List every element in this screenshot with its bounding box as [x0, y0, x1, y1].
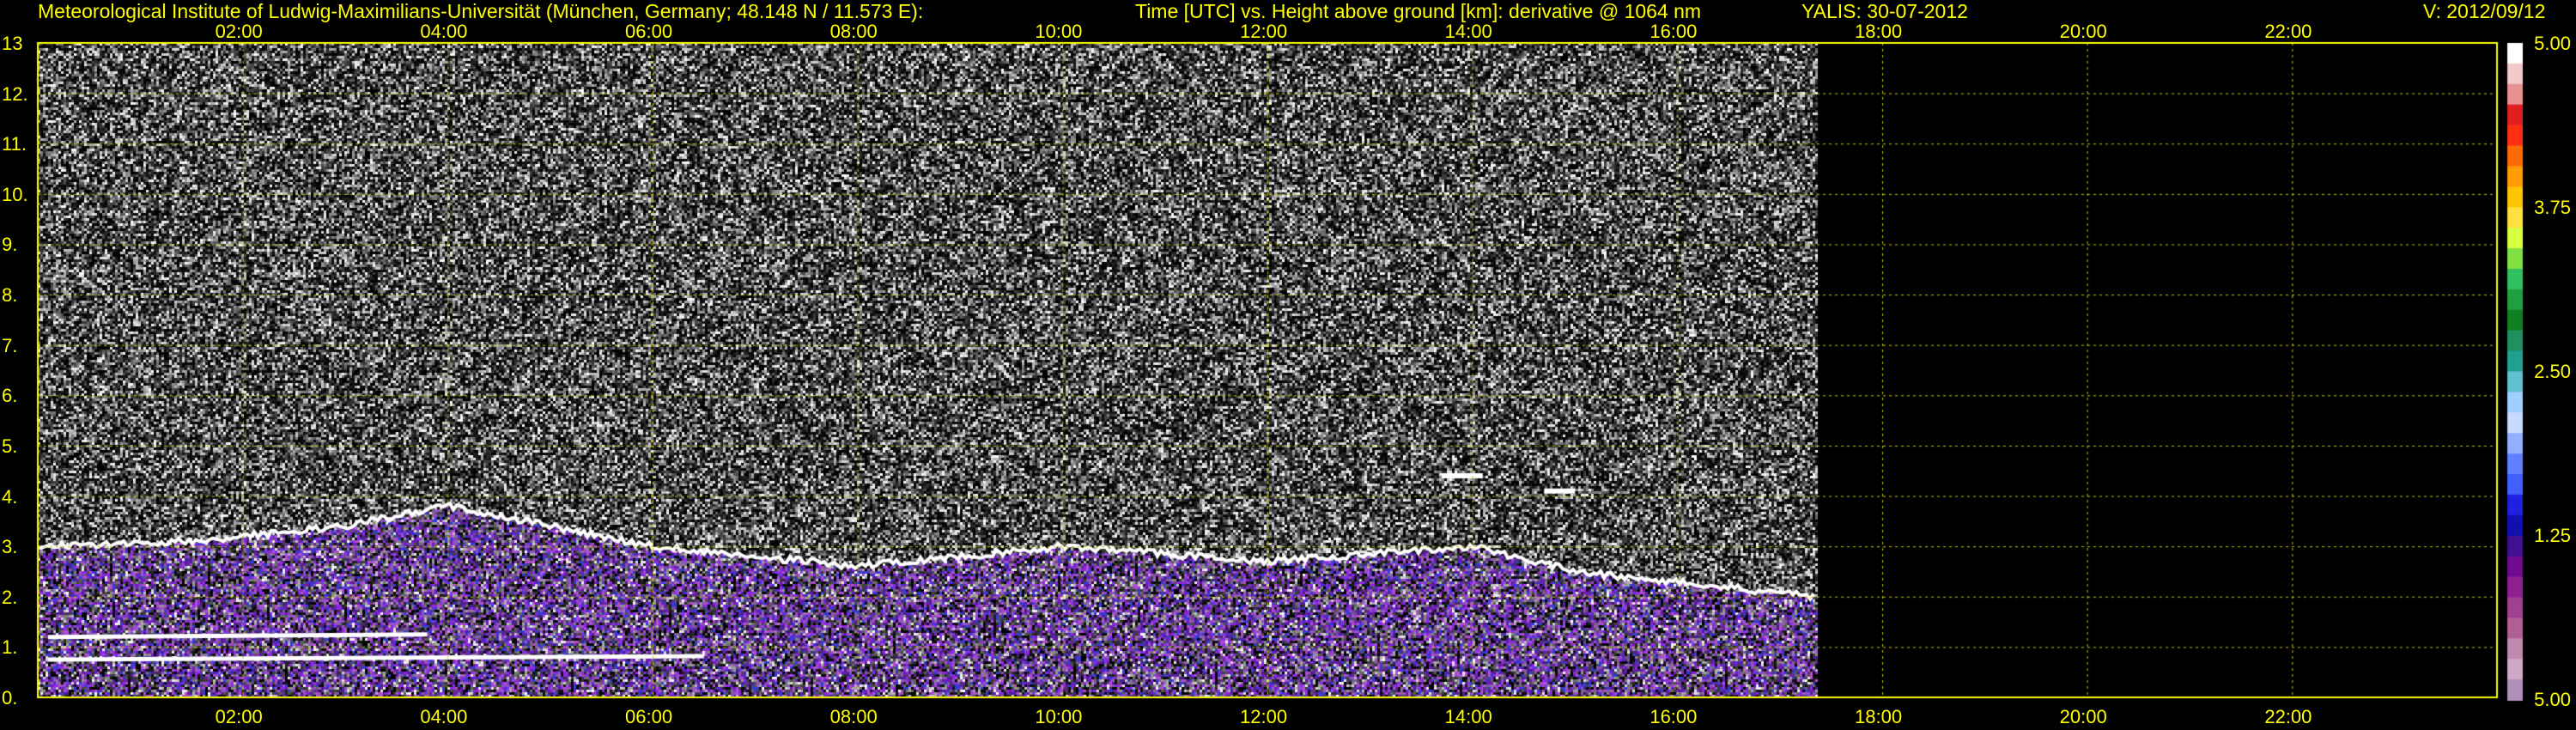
station-date: YALIS: 30-07-2012 [1801, 0, 1968, 22]
lidar-heatmap-canvas [0, 0, 2576, 730]
colorbar-label-250: 2.50 [2534, 361, 2571, 382]
colorbar-label-125: 1.25 [2534, 525, 2571, 546]
y-tick-label: 3. [2, 536, 18, 558]
y-tick-label: 5. [2, 435, 18, 457]
y-tick-label: 1. [2, 636, 18, 659]
x-tick-label-bot: 08:00 [829, 706, 878, 727]
x-tick-label-bot: 06:00 [625, 706, 673, 727]
colorbar-label-bottom: 5.00 [2534, 689, 2571, 710]
y-tick-label: 12. [2, 82, 28, 105]
y-tick-label: 4. [2, 485, 18, 508]
version-label: V: 2012/09/12 [2423, 0, 2546, 22]
x-tick-label-bot: 16:00 [1649, 706, 1698, 727]
colorbar-label-top: 5.00 [2534, 33, 2571, 54]
x-tick-label-top: 12:00 [1240, 21, 1288, 42]
institute-title: Meteorological Institute of Ludwig-Maxim… [38, 0, 924, 22]
x-tick-label-bot: 22:00 [2264, 706, 2312, 727]
y-tick-label: 2. [2, 586, 18, 608]
colorbar-label-375: 3.75 [2534, 197, 2571, 218]
y-tick-label: 13 [2, 33, 23, 54]
y-tick-label: 8. [2, 284, 18, 307]
x-tick-label-bot: 12:00 [1240, 706, 1288, 727]
x-tick-label-top: 06:00 [625, 21, 673, 42]
x-tick-label-bot: 04:00 [420, 706, 468, 727]
x-tick-label-bot: 20:00 [2059, 706, 2107, 727]
x-tick-label-top: 14:00 [1444, 21, 1492, 42]
y-tick-label: 7. [2, 334, 18, 356]
x-tick-label-top: 16:00 [1649, 21, 1698, 42]
x-tick-label-top: 02:00 [215, 21, 263, 42]
y-tick-label: 11. [2, 133, 27, 155]
y-tick-label: 6. [2, 385, 18, 407]
x-tick-label-top: 20:00 [2059, 21, 2107, 42]
x-tick-label-bot: 14:00 [1444, 706, 1492, 727]
x-tick-label-top: 10:00 [1035, 21, 1083, 42]
x-tick-label-top: 22:00 [2264, 21, 2312, 42]
y-tick-label: 10. [2, 183, 28, 205]
y-tick-label: 9. [2, 234, 18, 256]
x-tick-label-bot: 10:00 [1035, 706, 1083, 727]
x-tick-label-top: 08:00 [829, 21, 878, 42]
x-tick-label-bot: 18:00 [1855, 706, 1903, 727]
chart-title: Time [UTC] vs. Height above ground [km]:… [1135, 0, 1702, 22]
x-tick-label-top: 04:00 [420, 21, 468, 42]
x-tick-label-bot: 02:00 [215, 706, 263, 727]
x-tick-label-top: 18:00 [1855, 21, 1903, 42]
y-tick-label: 0. [2, 687, 18, 709]
